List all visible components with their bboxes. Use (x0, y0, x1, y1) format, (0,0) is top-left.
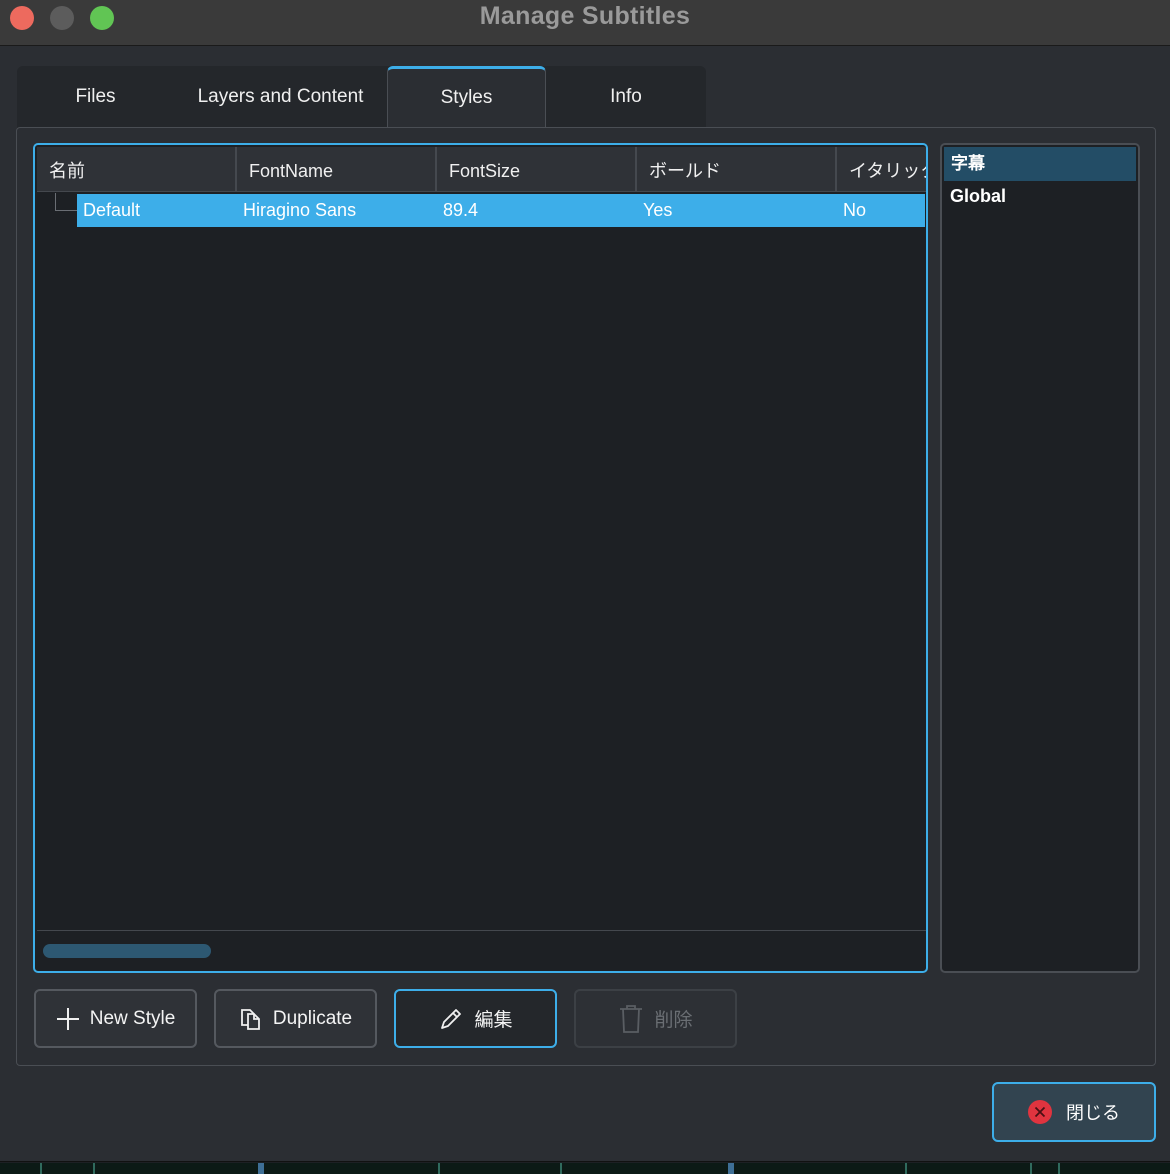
table-row[interactable]: Default Hiragino Sans 89.4 Yes No (77, 194, 925, 227)
trash-icon (620, 1004, 643, 1033)
column-header-name[interactable]: 名前 (37, 147, 237, 191)
window-title: Manage Subtitles (479, 2, 691, 30)
new-style-button[interactable]: New Style (34, 989, 197, 1048)
tree-branch-line (55, 210, 77, 211)
styles-table[interactable]: 名前 FontName FontSize ボールド イタリック Default … (33, 143, 928, 973)
duplicate-button[interactable]: Duplicate (214, 989, 377, 1048)
tab-info[interactable]: Info (546, 66, 706, 128)
cell-italic: No (843, 200, 867, 220)
close-button[interactable]: 閉じる (992, 1082, 1156, 1142)
column-header-fontname[interactable]: FontName (237, 147, 437, 191)
close-label: 閉じる (1066, 1103, 1120, 1123)
tree-branch-line (55, 193, 56, 211)
edit-label: 編集 (474, 1010, 513, 1031)
scope-list[interactable]: 字幕 Global (940, 143, 1140, 973)
cell-fontsize: 89.4 (443, 200, 479, 220)
delete-button[interactable]: 削除 (574, 989, 737, 1048)
horizontal-scrollbar[interactable] (43, 944, 211, 958)
new-style-label: New Style (89, 1007, 176, 1029)
background-waveform-strip (0, 1163, 1170, 1174)
title-bar: Manage Subtitles (0, 0, 1170, 46)
table-header: 名前 FontName FontSize ボールド イタリック (37, 147, 926, 192)
edit-button[interactable]: 編集 (394, 989, 557, 1048)
manage-subtitles-window: Manage Subtitles Files Layers and Conten… (0, 0, 1170, 1162)
column-header-fontsize[interactable]: FontSize (437, 147, 637, 191)
cell-name: Default (83, 200, 141, 220)
column-header-italic[interactable]: イタリック (837, 147, 926, 191)
tab-files[interactable]: Files (17, 66, 174, 128)
duplicate-label: Duplicate (272, 1007, 353, 1029)
cell-fontname: Hiragino Sans (243, 200, 357, 220)
copy-icon (240, 1008, 260, 1030)
tab-layers-and-content[interactable]: Layers and Content (174, 66, 387, 128)
column-header-bold[interactable]: ボールド (637, 147, 837, 191)
scope-list-header[interactable]: 字幕 (944, 147, 1136, 181)
scrollbar-divider (37, 930, 926, 931)
cell-bold: Yes (643, 200, 673, 220)
scope-item-global[interactable]: Global (950, 186, 1006, 207)
tab-bar: Files Layers and Content Styles Info (17, 66, 706, 128)
plus-icon (56, 1007, 79, 1030)
delete-label: 削除 (654, 1010, 693, 1031)
pencil-icon (441, 1008, 462, 1029)
tab-styles[interactable]: Styles (387, 66, 546, 128)
close-circle-icon (1028, 1100, 1052, 1124)
